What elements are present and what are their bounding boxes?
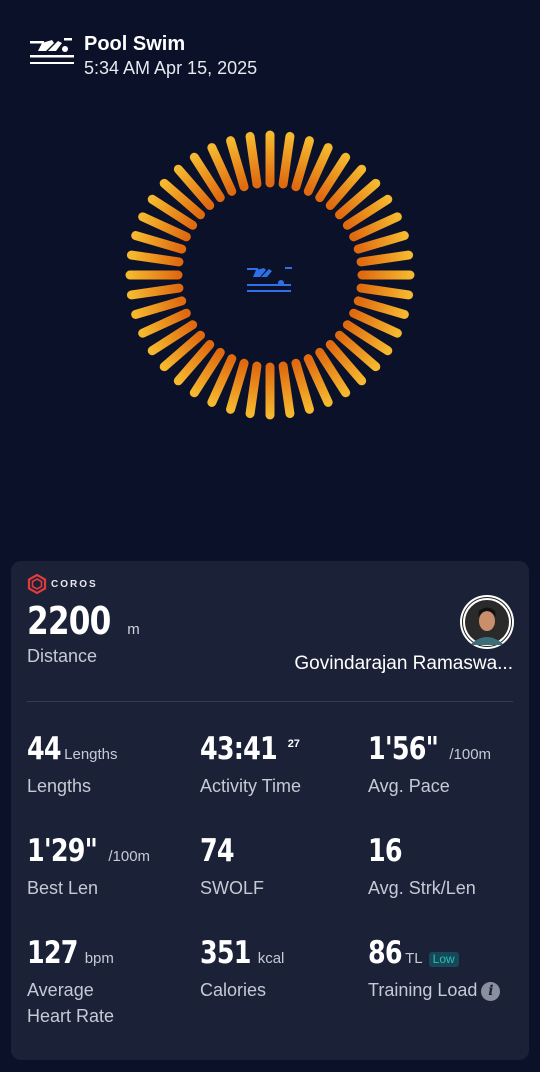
coros-hex-icon bbox=[27, 574, 47, 594]
activity-ring bbox=[125, 130, 415, 420]
ring-tick bbox=[291, 136, 314, 192]
activity-datetime: 5:34 AM Apr 15, 2025 bbox=[84, 58, 258, 78]
ring-tick bbox=[356, 250, 414, 267]
activity-header: Pool Swim 5:34 AM Apr 15, 2025 bbox=[28, 33, 257, 79]
ring-tick bbox=[356, 283, 414, 300]
distance-value: 2200 bbox=[27, 599, 111, 643]
info-icon[interactable]: i bbox=[481, 982, 501, 1001]
ring-tick bbox=[278, 131, 295, 189]
ring-tick bbox=[226, 358, 249, 414]
ring-tick bbox=[353, 231, 409, 254]
activity-title: Pool Swim bbox=[84, 33, 186, 55]
ring-tick bbox=[245, 361, 262, 419]
swimmer-icon bbox=[30, 38, 74, 64]
ring-tick bbox=[126, 283, 184, 300]
ring-tick bbox=[131, 296, 187, 319]
ring-tick bbox=[131, 231, 187, 254]
stat-activity-time: 43:41 27 Activity Time bbox=[200, 731, 302, 796]
stat-lengths: 44 Lengths Lengths bbox=[27, 731, 118, 796]
stat-calories: 351 kcal Calories bbox=[200, 935, 285, 1000]
stat-training-load: 86 TL Low Training Load i bbox=[368, 935, 501, 1003]
coros-logo: COROS bbox=[27, 574, 98, 594]
ring-tick bbox=[278, 361, 295, 419]
swimmer-center-icon bbox=[247, 267, 292, 292]
brand-name: COROS bbox=[51, 578, 98, 590]
divider bbox=[27, 701, 513, 702]
ring-tick bbox=[245, 131, 262, 189]
status-badge: Low bbox=[428, 952, 459, 967]
ring-tick bbox=[126, 250, 184, 267]
avatar[interactable] bbox=[460, 595, 514, 649]
distance-unit: m bbox=[127, 621, 140, 638]
distance-label: Distance bbox=[27, 646, 98, 666]
stat-swolf: 74 SWOLF bbox=[200, 833, 265, 898]
stat-heart-rate: 127 bpm Average Heart Rate bbox=[27, 935, 115, 1026]
ring-tick bbox=[226, 136, 249, 192]
ring-tick bbox=[353, 296, 409, 319]
user-name: Govindarajan Ramaswa... bbox=[294, 653, 513, 674]
stat-avg-pace: 1'56"/100m Avg. Pace bbox=[368, 731, 492, 796]
stat-best-len: 1'29"/100m Best Len bbox=[27, 833, 151, 898]
stat-avg-strokes: 16 Avg. Strk/Len bbox=[368, 833, 476, 898]
summary-card: COROS 2200 m Distance Govindarajan Ramas… bbox=[11, 561, 529, 1060]
distance-block: 2200 m Distance bbox=[27, 599, 140, 667]
ring-tick bbox=[291, 358, 314, 414]
